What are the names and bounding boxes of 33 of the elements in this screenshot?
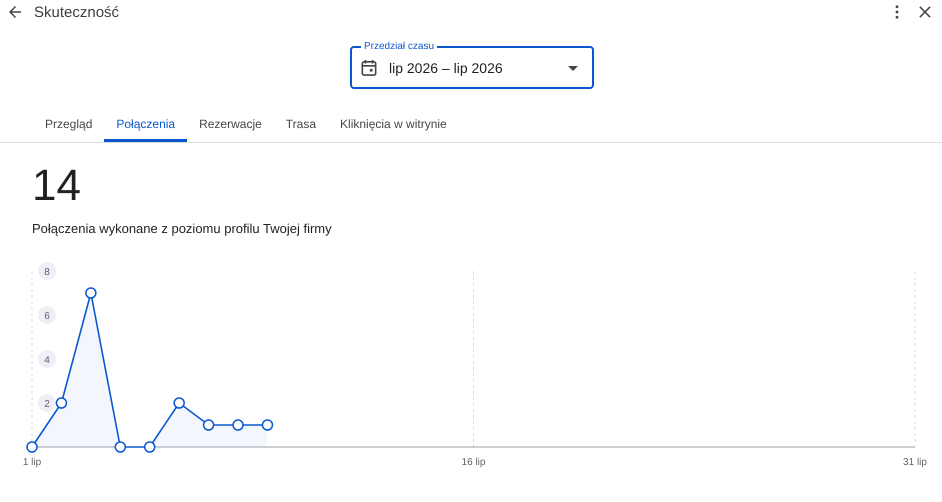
point — [232, 419, 244, 431]
y-tick-label: 6 — [44, 311, 50, 322]
tab[interactable]: Połączenia — [104, 109, 188, 142]
point — [85, 287, 97, 299]
total-count: 14 — [32, 161, 81, 211]
page-title: Skuteczność — [34, 4, 120, 20]
point — [202, 419, 214, 431]
y-tick-label: 8 — [44, 267, 50, 278]
chart-description: Połączenia wykonane z poziomu profilu Twojej firmy — [32, 221, 333, 236]
point — [56, 397, 68, 409]
y-tick-label: 2 — [38, 394, 56, 412]
close-icon[interactable] — [919, 6, 931, 18]
y-tick-label: 4 — [44, 355, 50, 366]
y-tick-label: 2 — [44, 399, 50, 410]
tab[interactable]: Rezerwacje — [187, 109, 274, 142]
x-tick-label: 16 lip — [462, 457, 486, 468]
point — [26, 441, 38, 453]
point — [114, 441, 126, 453]
calendar-icon — [361, 59, 377, 77]
y-tick-label: 6 — [38, 306, 56, 324]
x-tick-label: 1 lip — [22, 457, 42, 468]
more-icon[interactable] — [895, 5, 899, 19]
point — [173, 397, 185, 409]
y-tick-label: 8 — [38, 262, 56, 280]
tab[interactable]: Kliknięcia w witrynie — [328, 109, 459, 142]
x-tick-label: 31 lip — [903, 457, 927, 468]
point — [262, 419, 274, 431]
point — [144, 441, 156, 453]
tab[interactable]: Przegląd — [33, 109, 104, 142]
tab[interactable]: Trasa — [274, 109, 328, 142]
y-tick-label: 4 — [38, 350, 56, 368]
date-range-dropdown[interactable]: Przedział czasu lip 2026 – lip 2026 — [350, 41, 594, 89]
dropdown-caret-icon — [568, 66, 578, 70]
